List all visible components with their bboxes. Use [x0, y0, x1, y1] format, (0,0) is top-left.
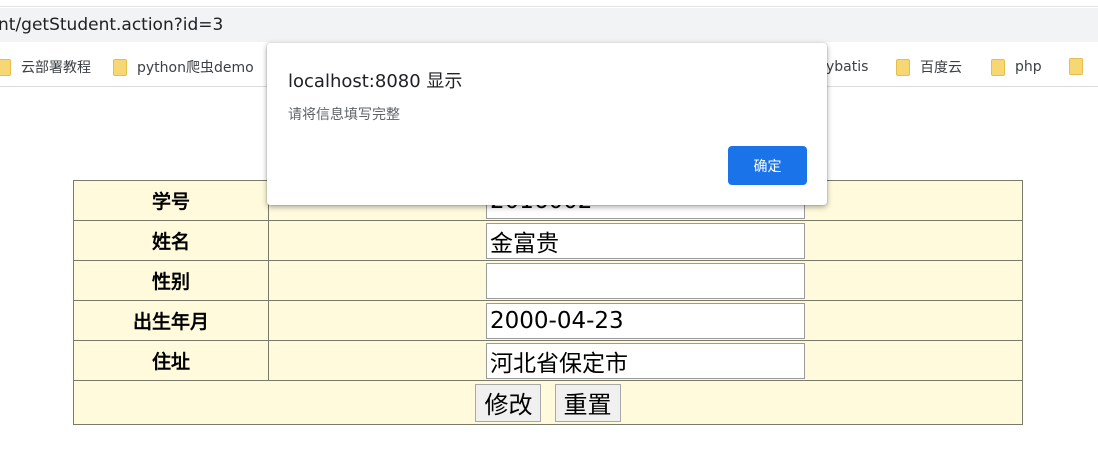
bookmark-folder[interactable]: 云部署教程: [0, 48, 91, 86]
dialog-title: localhost:8080 显示: [288, 71, 463, 92]
field-label: 性别: [73, 260, 269, 301]
folder-icon: [113, 58, 127, 76]
bookmark-label: ybatis: [826, 59, 869, 75]
bookmark-label: 云部署教程: [21, 60, 91, 76]
name-input[interactable]: [486, 222, 805, 259]
bookmark-folder[interactable]: php: [991, 48, 1042, 86]
field-label: 住址: [73, 340, 269, 381]
folder-icon[interactable]: [1069, 58, 1083, 75]
reset-button[interactable]: 重置: [554, 383, 621, 422]
bookmark-label: php: [1015, 59, 1042, 75]
bookmark-label: python爬虫demo: [137, 60, 254, 76]
form-row-address: 住址: [73, 340, 1023, 381]
field-label: 学号: [73, 180, 269, 221]
window-top-edge: [0, 0, 1098, 7]
folder-icon: [0, 58, 11, 76]
bookmark-folder[interactable]: 百度云: [896, 48, 962, 86]
form-row-name: 姓名: [73, 220, 1023, 261]
address-bar[interactable]: nt/getStudent.action?id=3: [0, 8, 1098, 42]
field-label: 姓名: [73, 220, 269, 261]
url-text[interactable]: nt/getStudent.action?id=3: [0, 15, 223, 35]
update-button[interactable]: 修改: [475, 383, 542, 422]
dialog-message: 请将信息填写完整: [288, 107, 400, 123]
folder-icon: [896, 58, 910, 76]
alert-dialog: localhost:8080 显示 请将信息填写完整 确定: [267, 43, 827, 205]
form-actions-row: 修改 重置: [73, 380, 1023, 425]
form-row-birth-date: 出生年月: [73, 300, 1023, 341]
folder-icon: [991, 58, 1005, 76]
ok-button[interactable]: 确定: [728, 146, 807, 185]
gender-input[interactable]: [486, 262, 805, 299]
bookmark-folder[interactable]: python爬虫demo: [113, 48, 254, 86]
address-input[interactable]: [486, 342, 805, 379]
birth-date-input[interactable]: [486, 302, 805, 339]
field-label: 出生年月: [73, 300, 269, 341]
bookmark-folder[interactable]: ybatis: [826, 48, 868, 86]
form-row-gender: 性别: [73, 260, 1023, 301]
bookmark-label: 百度云: [920, 60, 962, 76]
student-form: 学号 姓名 性别 出生年月 住址 修改 重置: [73, 180, 1023, 425]
